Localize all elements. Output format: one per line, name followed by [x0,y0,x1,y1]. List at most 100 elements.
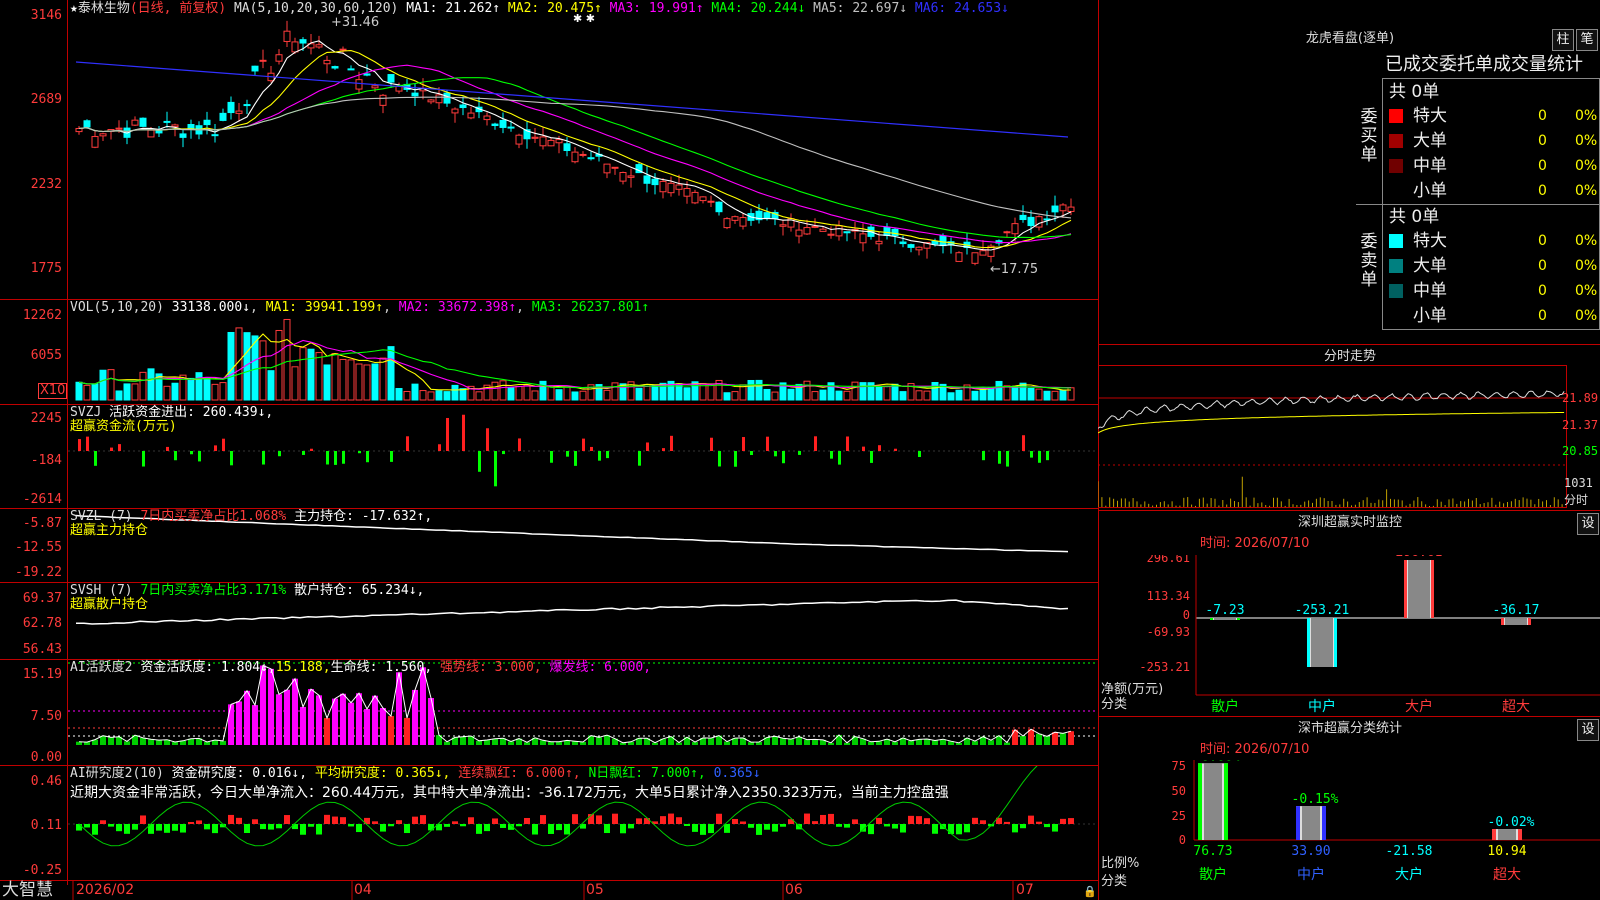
flow-bar [894,448,897,451]
research-bar [396,820,402,824]
research-bar [212,824,218,834]
volume-bar [995,380,1003,401]
volume-bar [523,384,531,401]
research-bar [380,824,386,832]
buy-row-name: 大单 [1413,131,1447,151]
research-bar [260,824,266,830]
flow-bar [574,451,577,466]
y-tick: 21.89 [1562,391,1599,405]
sell-row-pct: 0% [1575,308,1598,324]
research-bar [844,824,850,828]
ratio-bar [1198,763,1228,840]
sz-class-time: 时间: 2026/07/10 [1200,742,1310,757]
candle [355,79,363,90]
bar-edge [1404,560,1407,618]
flow-bar [502,451,505,455]
candle [315,44,323,48]
svsh-header: SVSH (7) 7日内买卖净占比3.171% 散户持仓: 65.234↓, [70,583,425,598]
candle [259,59,267,62]
ratio-chart[interactable]: 75 50 25 0 -0.00% 76.73 散户 -0.15% 33.90 中户 -21.58 大… [1098,760,1600,900]
research-bar [908,815,914,824]
research-bar [252,819,258,824]
pillar-button[interactable]: 柱 [1552,29,1574,51]
activity-line [78,664,1072,744]
volume-bar [635,387,643,401]
volume-bar [419,390,427,401]
research-bar [468,817,474,824]
volume-bar [363,364,371,401]
research-bar [868,824,874,835]
ai-research-chart[interactable] [68,766,1098,880]
research-bar [932,824,938,834]
candle [683,188,691,197]
candle [803,227,811,235]
y-tick: 2689 [30,92,62,107]
svsh-sub: 超赢散户持仓 [70,597,149,612]
candle [131,119,139,126]
flow-bar [334,451,337,465]
class-settings-button[interactable]: 设 [1577,719,1599,741]
bar-shade [1505,618,1527,625]
volume-bar [91,383,99,401]
net-bar [1307,618,1337,667]
bar-edge [1224,763,1228,840]
research-bar [956,824,962,835]
candle [163,120,171,123]
candle [379,94,387,106]
activity-bar [492,738,498,745]
candle [795,229,803,237]
candle [555,139,563,144]
bar-edge [1322,806,1326,840]
bar-shade [1302,806,1320,840]
research-bar [524,817,530,824]
y-tick: 0 [1183,608,1190,622]
y-tick: 1775 [30,261,62,276]
activity-bar [772,736,778,745]
net-amount-chart[interactable]: 296.61 113.34 0 -69.93 -253.21 -7.23 散户 -253.21… [1098,555,1600,715]
class-label: 分类 [1101,874,1128,889]
fund-flow-chart[interactable] [68,405,1098,508]
y-tick: 2232 [30,177,62,192]
y-tick: 25 [1172,809,1186,823]
volume-bar [459,388,467,401]
y-tick: 7.50 [30,709,62,724]
candle [579,153,587,156]
sell-row-pct: 0% [1575,258,1598,274]
volume-bar [379,357,387,401]
research-bar [692,824,698,832]
research-bar [964,824,970,833]
volume-bar [651,385,659,401]
candlestick-chart[interactable] [68,0,1098,298]
volume-bar [387,346,395,401]
candle [915,246,923,251]
research-bar [628,824,634,829]
flow-bar [606,451,609,459]
sell-color-swatch [1389,234,1403,248]
flow-bar [766,436,769,451]
research-bar [132,824,138,830]
y-tick: 20.85 [1562,444,1599,458]
flow-bar [478,451,481,472]
order-stats-table: 委买单共 0单 特大 0 0% 大单 0 0% 中单 0 0% 小单 0 0% 委卖单共 0单 特大 0 0% 大… [1356,78,1600,330]
sell-total: 共 0单 [1389,207,1440,227]
intraday-chart[interactable] [1098,365,1600,509]
research-bar [156,824,162,831]
candle [235,110,243,114]
candle [155,130,163,134]
bar-shade [1204,763,1222,840]
research-bar [836,824,842,827]
ai-activity-chart[interactable] [68,660,1098,765]
flow-bar [870,451,873,463]
activity-bar [140,737,146,745]
volume-chart[interactable] [68,300,1098,404]
monitor-settings-button[interactable]: 设 [1577,513,1599,535]
research-bar [76,824,82,831]
volume-bar [491,381,499,401]
pen-button[interactable]: 笔 [1576,29,1598,51]
x-axis-ticks [72,880,1014,900]
research-bar [204,824,210,830]
volume-bar [507,387,515,401]
activity-bar [420,667,426,745]
research-bar [188,821,194,824]
flow-bar [782,451,785,464]
